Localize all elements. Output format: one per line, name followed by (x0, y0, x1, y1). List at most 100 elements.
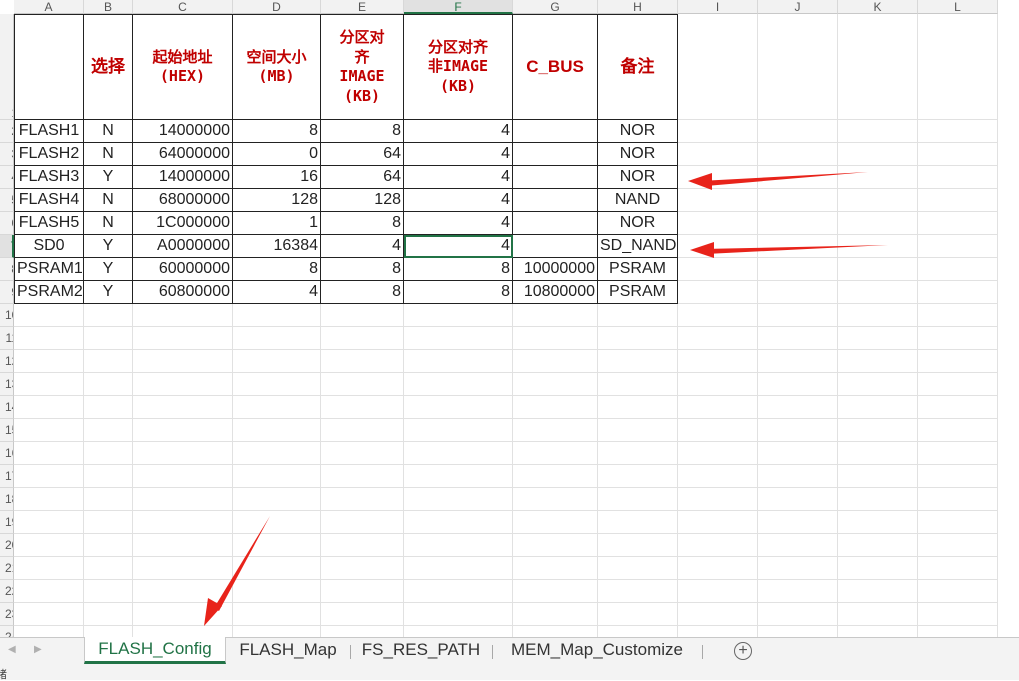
cell[interactable] (598, 304, 678, 327)
cell[interactable] (838, 373, 918, 396)
row-header-3[interactable]: 3 (0, 143, 14, 166)
cell[interactable] (321, 419, 404, 442)
cell[interactable] (404, 511, 513, 534)
cell[interactable] (678, 327, 758, 350)
cell[interactable] (321, 327, 404, 350)
cell[interactable] (404, 304, 513, 327)
cell[interactable] (598, 511, 678, 534)
cell[interactable] (918, 304, 998, 327)
tab-mem-map-customize[interactable]: MEM_Map_Customize (494, 638, 700, 665)
cell[interactable] (838, 557, 918, 580)
table-cell[interactable] (513, 189, 598, 212)
table-cell[interactable]: FLASH3 (14, 166, 84, 189)
table-cell[interactable]: 64 (321, 166, 404, 189)
cell[interactable] (758, 143, 838, 166)
cell[interactable] (133, 442, 233, 465)
cell[interactable] (678, 419, 758, 442)
cell[interactable] (321, 304, 404, 327)
cell[interactable] (133, 603, 233, 626)
cell[interactable] (233, 511, 321, 534)
cell[interactable] (14, 373, 84, 396)
row-header-10[interactable]: 10 (0, 304, 14, 327)
table-cell[interactable]: A0000000 (133, 235, 233, 258)
table-cell[interactable]: PSRAM (598, 281, 678, 304)
table-cell[interactable]: FLASH1 (14, 120, 84, 143)
header-cell[interactable]: 分区对 齐 IMAGE (KB) (321, 14, 404, 120)
table-cell[interactable]: 8 (321, 281, 404, 304)
cell[interactable] (233, 396, 321, 419)
cell[interactable] (321, 511, 404, 534)
table-cell[interactable]: 1C000000 (133, 212, 233, 235)
cell[interactable] (678, 304, 758, 327)
cell[interactable] (918, 258, 998, 281)
cell[interactable] (321, 626, 404, 637)
cell[interactable] (513, 626, 598, 637)
cell[interactable] (84, 396, 133, 419)
cell[interactable] (758, 580, 838, 603)
cell[interactable] (513, 304, 598, 327)
cell[interactable] (758, 327, 838, 350)
cell[interactable] (404, 419, 513, 442)
cell[interactable] (84, 350, 133, 373)
row-header-23[interactable]: 23 (0, 603, 14, 626)
cell[interactable] (133, 557, 233, 580)
cell[interactable] (918, 396, 998, 419)
cell[interactable] (598, 603, 678, 626)
cell[interactable] (233, 442, 321, 465)
cell[interactable] (918, 143, 998, 166)
row-header-21[interactable]: 21 (0, 557, 14, 580)
cell[interactable] (678, 442, 758, 465)
table-cell[interactable]: FLASH4 (14, 189, 84, 212)
cell[interactable] (133, 580, 233, 603)
cell[interactable] (678, 626, 758, 637)
cell[interactable] (918, 166, 998, 189)
column-header-i[interactable]: I (678, 0, 758, 14)
cell[interactable] (513, 373, 598, 396)
row-header-5[interactable]: 5 (0, 189, 14, 212)
cell[interactable] (14, 304, 84, 327)
cell[interactable] (513, 557, 598, 580)
cell[interactable] (14, 511, 84, 534)
cell[interactable] (14, 603, 84, 626)
header-cell[interactable] (14, 14, 84, 120)
cell[interactable] (678, 189, 758, 212)
cell[interactable] (838, 419, 918, 442)
cell[interactable] (678, 166, 758, 189)
cell[interactable] (404, 442, 513, 465)
table-cell[interactable]: 16384 (233, 235, 321, 258)
cell[interactable] (758, 14, 838, 120)
cell[interactable] (758, 258, 838, 281)
cell[interactable] (758, 350, 838, 373)
cell[interactable] (678, 396, 758, 419)
table-cell[interactable]: 4 (233, 281, 321, 304)
cell[interactable] (404, 350, 513, 373)
cell[interactable] (838, 580, 918, 603)
table-cell[interactable]: N (84, 143, 133, 166)
cell[interactable] (14, 488, 84, 511)
table-cell[interactable]: SD_NAND (598, 235, 678, 258)
table-cell[interactable]: NOR (598, 120, 678, 143)
table-cell[interactable]: 1 (233, 212, 321, 235)
cell[interactable] (14, 580, 84, 603)
table-cell[interactable]: N (84, 212, 133, 235)
cell[interactable] (513, 603, 598, 626)
cell[interactable] (84, 419, 133, 442)
cell[interactable] (404, 626, 513, 637)
cell[interactable] (321, 580, 404, 603)
cell[interactable] (233, 488, 321, 511)
cell[interactable] (321, 557, 404, 580)
table-cell[interactable]: 4 (404, 120, 513, 143)
cell[interactable] (133, 350, 233, 373)
table-cell[interactable] (513, 212, 598, 235)
cell[interactable] (321, 534, 404, 557)
cell[interactable] (233, 557, 321, 580)
cell[interactable] (678, 14, 758, 120)
table-cell[interactable]: 10800000 (513, 281, 598, 304)
row-header-7[interactable]: 7 (0, 235, 14, 258)
cell[interactable] (233, 534, 321, 557)
cell[interactable] (233, 465, 321, 488)
cell[interactable] (758, 212, 838, 235)
cell[interactable] (678, 534, 758, 557)
cell[interactable] (598, 488, 678, 511)
cell[interactable] (918, 327, 998, 350)
